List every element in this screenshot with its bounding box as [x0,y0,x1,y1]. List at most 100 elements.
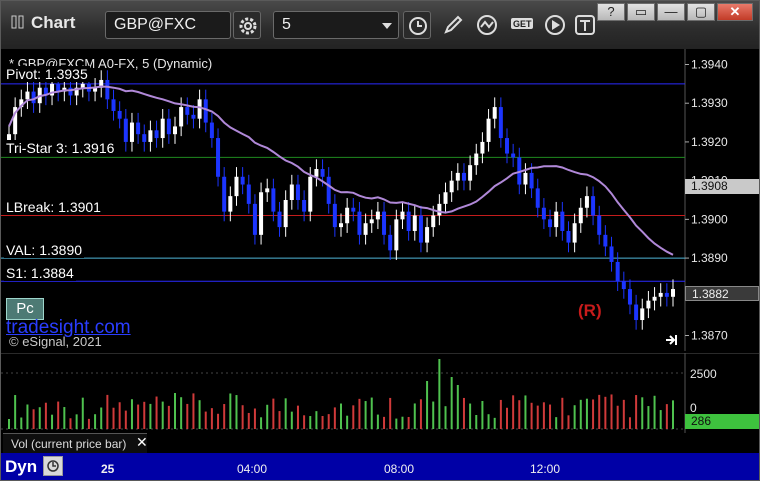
candle-body [609,246,614,262]
time-axis[interactable]: Dyn 25 04:00 08:00 12:00 [1,453,759,480]
candle-body [271,188,276,212]
candle-body [148,130,153,142]
interval-selector[interactable]: 5 [273,11,399,39]
candle-body [486,118,491,142]
chart-window: Chart GBP@FXC 5 GET ? ▭ — ▢ ✕ 1.3940 1.3… [0,0,760,481]
candle-body [259,192,264,235]
help-button[interactable]: ? [597,3,625,21]
candle-body [431,215,436,228]
candle-body [80,83,85,88]
y-tick-label: 1.3900 [691,212,728,226]
candle-body [412,215,417,231]
dynamic-scale-icon[interactable] [43,456,63,476]
interval-clock-button[interactable] [403,11,431,39]
interval-value: 5 [282,16,291,33]
symbol-selector[interactable]: GBP@FXC [105,11,231,39]
candle-body [197,99,202,119]
chevron-down-icon [382,23,392,29]
candle-body [400,211,405,220]
volume-pane[interactable]: 2500 0 286 [1,353,759,433]
candle-body [492,107,497,119]
symbol-value: GBP@FXC [114,16,197,33]
candle-body [25,91,30,100]
price-pane[interactable]: 1.39401.39301.39201.39101.39001.38901.38… [1,49,759,351]
scroll-to-end-icon[interactable] [665,333,679,347]
candle-body [603,234,608,247]
x-tick-1200: 12:00 [530,462,561,476]
candle-body [461,172,466,181]
candle-body [228,196,233,212]
candle-body [652,296,657,301]
candle-body [455,172,460,181]
candle-body [246,184,251,204]
text-tool-button[interactable] [571,11,599,39]
chart-title: Chart [11,13,75,33]
candle-body [234,176,239,197]
candle-body [634,304,639,321]
candle-body [295,184,300,200]
get-icon: GET [511,18,533,29]
candle-body [277,211,282,228]
play-icon [545,15,565,35]
studies-button[interactable] [473,11,501,39]
candle-body [179,107,184,127]
candle-body [388,234,393,251]
close-study-icon[interactable]: ✕ [136,434,148,451]
candle-body [265,188,270,193]
copyright: © eSignal, 2021 [9,334,102,349]
volume-study-name: Vol (current price bar) [11,437,127,451]
candle-body [369,219,374,224]
symbol-settings-button[interactable] [233,11,261,39]
candle-body [658,292,663,297]
r-marker: (R) [578,301,602,320]
draw-tool-button[interactable] [439,11,467,39]
candle-body [129,122,134,142]
lbreak-label: LBreak: 1.3901 [4,199,103,215]
candle-body [560,211,565,231]
candle-body [640,308,645,321]
volume-study-label[interactable]: Vol (current price bar) ✕ [3,433,148,454]
candle-body [523,172,528,185]
candle-body [554,211,559,228]
candle-body [406,211,411,231]
candle-body [339,223,343,228]
candle-body [363,223,368,235]
candle-body [615,261,620,282]
candle-body [671,289,675,297]
price-chart: 1.39401.39301.39201.39101.39001.38901.38… [1,49,759,351]
candle-body [511,153,516,158]
ma-value-badge: 1.3908 [685,179,759,194]
candle-body [529,172,534,189]
get-data-button[interactable]: GET [507,11,535,39]
minimize-button[interactable]: — [657,3,685,21]
candle-body [357,211,362,235]
candle-body [111,99,116,111]
candle-body [621,281,626,290]
candle-body [136,122,141,135]
dynamic-label: Dyn [5,457,38,476]
candle-body [474,153,479,166]
gear-icon [239,17,257,35]
candle-body [425,227,430,243]
maximize-button[interactable]: ▢ [687,3,715,21]
candle-body [314,169,319,177]
candle-body [375,211,380,220]
candle-body [572,223,577,243]
play-button[interactable] [541,11,569,39]
candle-body [185,107,190,115]
candle-body [566,230,571,243]
candle-body [443,192,448,204]
candle-body [320,169,325,177]
restore-pane-button[interactable]: ▭ [627,3,655,21]
close-button[interactable]: ✕ [717,3,753,21]
candle-body [203,99,208,123]
y-tick-label: 1.3930 [691,96,728,110]
candle-body [597,215,602,235]
vol-tick-0: 0 [690,401,697,415]
s1-label: S1: 1.3884 [4,265,76,281]
candle-body [222,176,227,212]
candle-body [252,203,257,235]
x-tick-0800: 08:00 [384,462,415,476]
vol-value-badge: 286 [685,414,759,429]
candle-body [166,118,171,135]
